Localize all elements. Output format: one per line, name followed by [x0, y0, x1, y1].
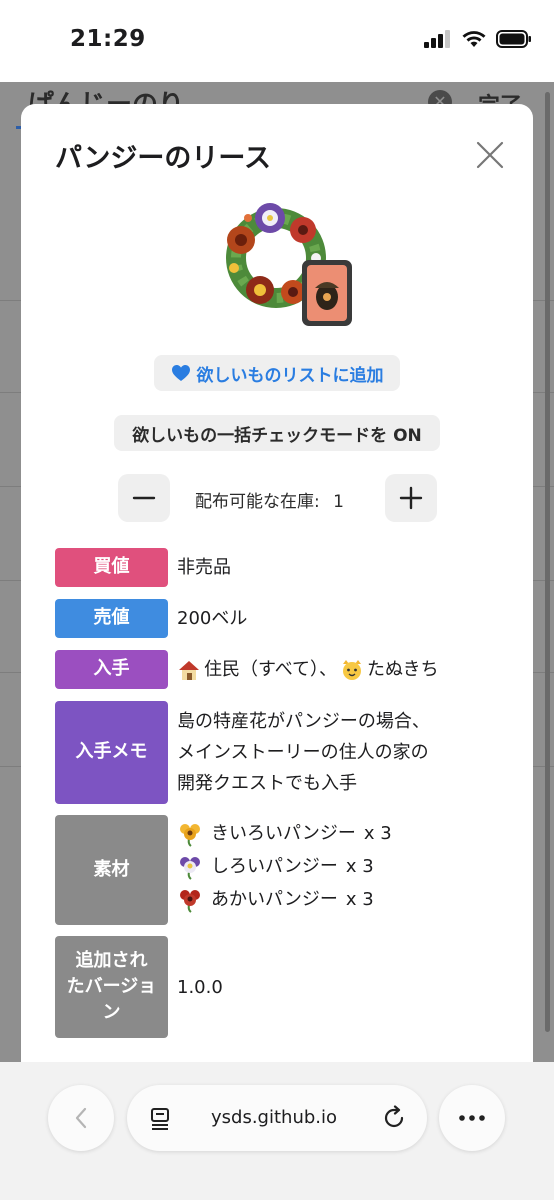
signal-icon [424, 30, 450, 48]
browser-toolbar: ysds.github.io [0, 1062, 554, 1200]
url-text[interactable]: ysds.github.io [211, 1107, 337, 1128]
materials-list: きいろいパンジー x 3 しろいパンジー x 3 あかいパンジー x 3 [177, 817, 392, 916]
cat-face-icon [343, 659, 362, 680]
status-time: 21:29 [70, 26, 146, 52]
stock-label: 配布可能な在庫: [195, 492, 320, 512]
material-name: しろいパンジー [211, 856, 338, 877]
back-button[interactable] [48, 1085, 114, 1151]
increase-stock-button[interactable] [385, 474, 437, 522]
decrease-stock-button[interactable] [118, 474, 170, 522]
stock-value: 1 [333, 492, 344, 512]
version-value: 1.0.0 [177, 977, 223, 998]
version-label-line: たバージョ [66, 975, 157, 997]
material-name: きいろいパンジー [211, 823, 356, 844]
address-bar[interactable]: ysds.github.io [127, 1085, 427, 1151]
heart-icon [171, 365, 190, 381]
version-label-line: ン [102, 1002, 121, 1024]
ellipsis-icon [459, 1115, 485, 1121]
memo-line: メインストーリーの住人の家の [177, 742, 429, 763]
buy-price-value: 非売品 [177, 557, 231, 578]
source-value: 住民（すべて）、 たぬきち [177, 654, 439, 685]
status-icons [424, 30, 532, 48]
battery-icon [496, 30, 531, 48]
close-button[interactable] [473, 138, 507, 172]
minus-icon [132, 496, 156, 500]
material-item: きいろいパンジー x 3 [177, 817, 392, 850]
close-icon [476, 141, 504, 169]
source-tanukichi: たぬきち [367, 659, 439, 680]
add-to-wishlist-button[interactable]: 欲しいものリストに追加 [154, 355, 400, 391]
item-detail-modal: パンジーのリース 欲しいものリストに追加 欲しいもの一括チェックモードを ON … [21, 104, 533, 1094]
version-label-line: 追加され [75, 949, 148, 971]
reload-icon[interactable] [381, 1105, 407, 1131]
red-pansy-icon [180, 889, 200, 913]
background-scrollbar [545, 92, 550, 1032]
house-icon [179, 660, 199, 680]
white-pansy-icon [180, 856, 200, 880]
chevron-left-icon [75, 1107, 87, 1129]
memo-line: 島の特産花がパンジーの場合、 [177, 711, 430, 732]
more-options-button[interactable] [439, 1085, 505, 1151]
material-qty: x 3 [345, 856, 374, 877]
material-qty: x 3 [345, 889, 374, 910]
buy-price-label: 買値 [55, 548, 168, 587]
source-villagers: 住民（すべて）、 [204, 659, 338, 680]
status-bar: 21:29 [0, 0, 554, 82]
version-label: 追加され たバージョ ン [55, 936, 168, 1038]
memo-value: 島の特産花がパンジーの場合、 メインストーリーの住人の家の 開発クエストでも入手 [177, 706, 430, 799]
stock-display: 配布可能な在庫: 1 [195, 487, 344, 512]
memo-line: 開発クエストでも入手 [177, 773, 357, 794]
wifi-icon [462, 31, 486, 47]
material-name: あかいパンジー [211, 889, 338, 910]
material-item: あかいパンジー x 3 [177, 883, 392, 916]
reader-mode-icon[interactable] [149, 1106, 173, 1130]
bulk-check-mode-button[interactable]: 欲しいもの一括チェックモードを ON [114, 415, 440, 451]
material-qty: x 3 [363, 823, 392, 844]
materials-label: 素材 [55, 815, 168, 925]
sell-price-value: 200ベル [177, 608, 248, 629]
material-item: しろいパンジー x 3 [177, 850, 392, 883]
modal-title: パンジーのリース [55, 143, 271, 174]
pansy-wreath-image [226, 203, 352, 326]
sell-price-label: 売値 [55, 599, 168, 638]
plus-icon [399, 486, 423, 510]
yellow-pansy-icon [180, 823, 200, 847]
source-label: 入手 [55, 650, 168, 689]
add-to-wishlist-label: 欲しいものリストに追加 [196, 365, 384, 386]
memo-label: 入手メモ [55, 701, 168, 804]
